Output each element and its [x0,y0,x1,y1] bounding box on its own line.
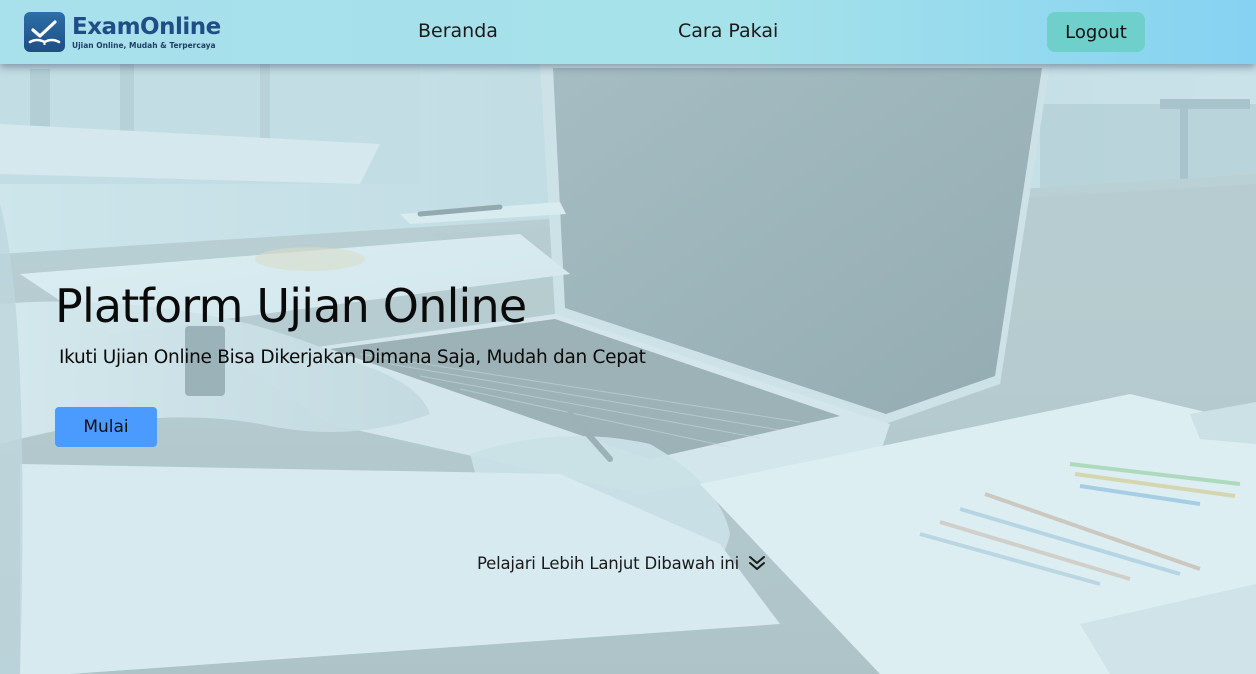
double-chevron-down-icon [747,553,767,573]
checkbook-icon [24,12,65,52]
nav-link-cara-pakai[interactable]: Cara Pakai [678,19,778,43]
brand-name: ExamOnline [72,13,221,40]
navbar: ExamOnline Ujian Online, Mudah & Terperc… [0,0,1256,64]
brand-tagline: Ujian Online, Mudah & Terpercaya [72,40,216,50]
start-button[interactable]: Mulai [55,407,157,447]
learn-more-label: Pelajari Lebih Lanjut Dibawah ini [477,553,740,573]
hero-section: Platform Ujian Online Ikuti Ujian Online… [0,64,1256,674]
hero-title: Platform Ujian Online [55,279,527,333]
brand-logo[interactable]: ExamOnline Ujian Online, Mudah & Terperc… [24,12,221,52]
learn-more-link[interactable]: Pelajari Lebih Lanjut Dibawah ini [477,550,767,576]
hero-subtitle: Ikuti Ujian Online Bisa Dikerjakan Diman… [59,347,646,368]
nav-link-beranda[interactable]: Beranda [418,19,498,43]
logout-button[interactable]: Logout [1047,12,1145,52]
brand-text: ExamOnline Ujian Online, Mudah & Terperc… [72,14,221,51]
